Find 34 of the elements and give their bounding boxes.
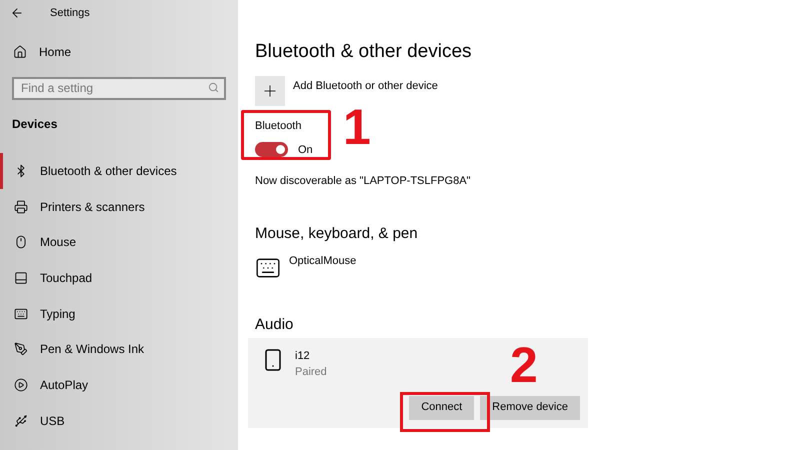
nav-item[interactable]: Printers & scanners [0,188,238,224]
window-title: Settings [50,6,90,21]
toggle-state: On [298,142,313,158]
nav-item[interactable]: USB [0,402,238,438]
section-heading: Mouse, keyboard, & pen [255,224,419,244]
back-icon[interactable] [10,6,24,20]
section-heading: Audio [255,315,294,335]
printer-icon [14,200,28,214]
discoverable-text: Now discoverable as "LAPTOP-TSLFPG8A" [255,174,472,189]
page-title: Bluetooth & other devices [255,40,473,64]
home-icon [13,45,27,59]
connect-button[interactable]: Connect [409,396,474,420]
home-link[interactable]: Home [0,41,238,63]
mouse-icon [14,235,28,250]
play-circle-icon [14,378,28,392]
annotation-number: 2 [510,340,538,390]
nav-item[interactable]: AutoPlay [0,367,238,403]
keyboard-icon [14,306,28,321]
search-field[interactable]: Find a setting [12,76,226,100]
nav-item[interactable]: Typing [0,296,238,332]
nav-item[interactable]: Mouse [0,224,238,260]
usb-icon [14,414,28,428]
device-name: OpticalMouse [289,254,356,269]
remove-device-button[interactable]: Remove device [480,396,580,420]
nav-item[interactable]: Touchpad [0,260,238,296]
section-heading: Devices [12,116,58,133]
search-icon[interactable] [208,82,219,93]
touchpad-icon [14,270,28,285]
pen-icon [14,342,28,356]
device-status: Paired [295,365,327,380]
bluetooth-label: Bluetooth [255,119,302,134]
nav-item[interactable]: Pen & Windows Ink [0,331,238,368]
device-name: i12 [295,348,311,364]
bluetooth-toggle[interactable] [255,142,288,158]
